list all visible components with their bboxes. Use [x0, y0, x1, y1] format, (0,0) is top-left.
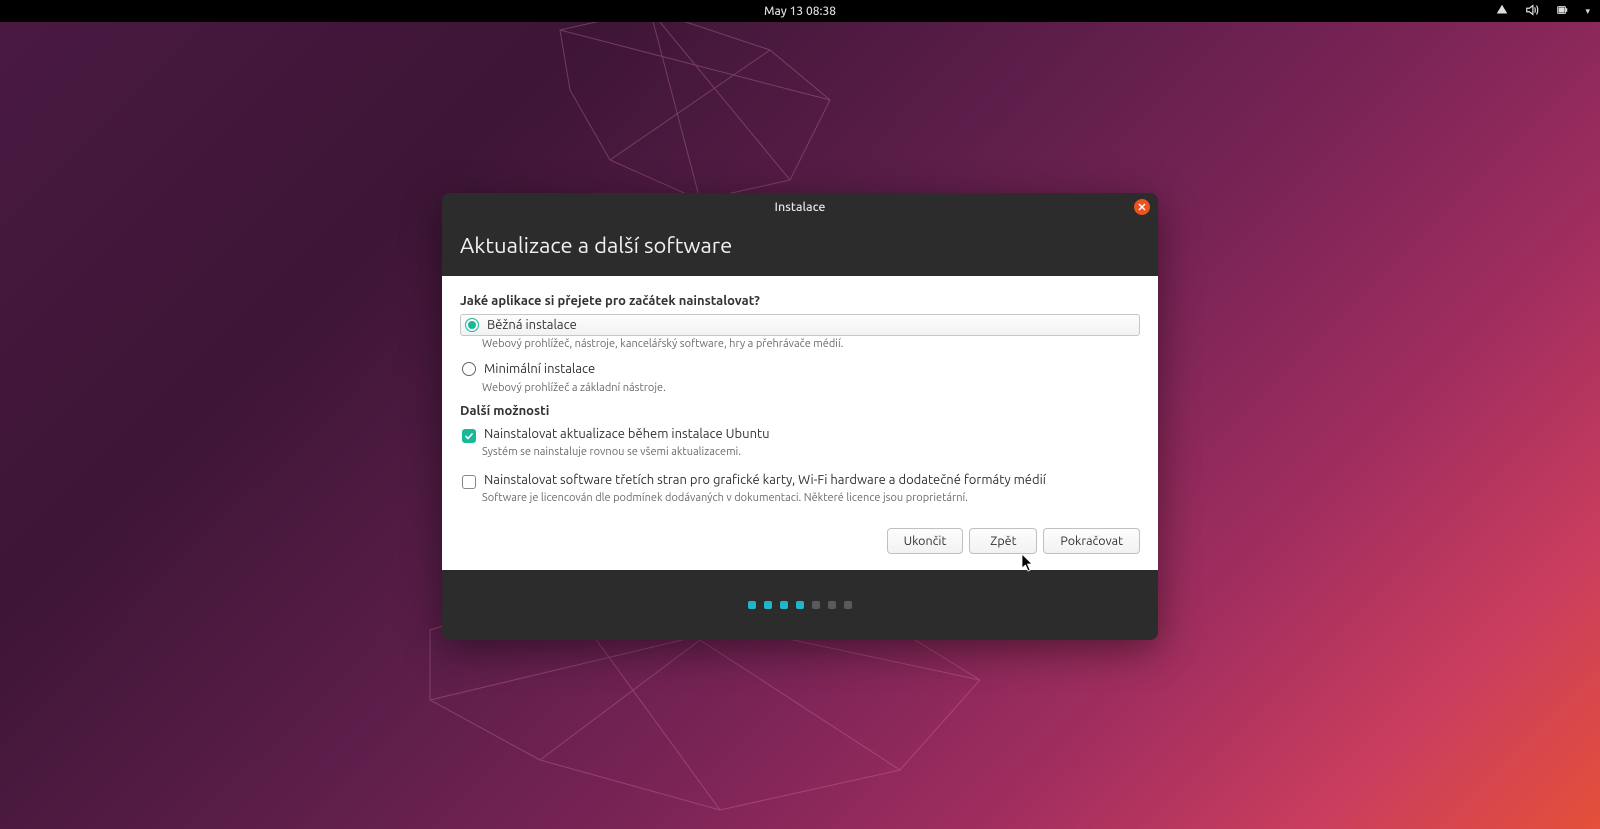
checkbox-download-updates[interactable]: Nainstalovat aktualizace během instalace…: [460, 424, 1140, 446]
progress-dot: [780, 601, 788, 609]
window-title: Instalace: [775, 200, 826, 214]
radio-minimal-install[interactable]: Minimální instalace: [460, 358, 1140, 380]
progress-dot: [828, 601, 836, 609]
page-heading: Aktualizace a další software: [442, 221, 1158, 276]
radio-icon: [462, 362, 476, 376]
battery-icon[interactable]: [1555, 3, 1569, 20]
other-options-heading: Další možnosti: [460, 404, 1140, 418]
radio-normal-install[interactable]: Běžná instalace: [460, 314, 1140, 336]
progress-dot: [796, 601, 804, 609]
checkbox-icon: [462, 429, 476, 443]
progress-dot: [764, 601, 772, 609]
chevron-down-icon[interactable]: ▾: [1585, 6, 1590, 17]
volume-icon[interactable]: [1525, 3, 1539, 20]
button-row: Ukončit Zpět Pokračovat: [460, 528, 1140, 554]
checkbox-label: Nainstalovat software třetích stran pro …: [484, 473, 1046, 487]
checkbox-hint: Software je licencován dle podmínek dodá…: [482, 492, 1140, 504]
checkbox-icon: [462, 475, 476, 489]
progress-dots: [442, 570, 1158, 640]
progress-dot: [748, 601, 756, 609]
installer-window: Instalace Aktualizace a další software J…: [442, 193, 1158, 640]
radio-hint: Webový prohlížeč, nástroje, kancelářský …: [482, 338, 1140, 350]
back-button[interactable]: Zpět: [969, 528, 1037, 554]
progress-dot: [844, 601, 852, 609]
question-label: Jaké aplikace si přejete pro začátek nai…: [460, 294, 1140, 308]
installer-content: Jaké aplikace si přejete pro začátek nai…: [442, 276, 1158, 570]
checkbox-label: Nainstalovat aktualizace během instalace…: [484, 427, 770, 441]
system-tray[interactable]: ▾: [1495, 0, 1590, 22]
radio-label: Minimální instalace: [484, 362, 595, 376]
radio-hint: Webový prohlížeč a základní nástroje.: [482, 382, 1140, 394]
close-button[interactable]: [1134, 199, 1150, 215]
continue-button[interactable]: Pokračovat: [1043, 528, 1140, 554]
network-icon[interactable]: [1495, 3, 1509, 20]
clock[interactable]: May 13 08:38: [764, 5, 836, 18]
quit-button[interactable]: Ukončit: [887, 528, 964, 554]
radio-label: Běžná instalace: [487, 318, 577, 332]
window-titlebar[interactable]: Instalace: [442, 193, 1158, 221]
checkbox-third-party[interactable]: Nainstalovat software třetích stran pro …: [460, 470, 1140, 492]
checkbox-hint: Systém se nainstaluje rovnou se všemi ak…: [482, 446, 1140, 458]
radio-icon: [465, 318, 479, 332]
gnome-topbar: May 13 08:38 ▾: [0, 0, 1600, 22]
progress-dot: [812, 601, 820, 609]
